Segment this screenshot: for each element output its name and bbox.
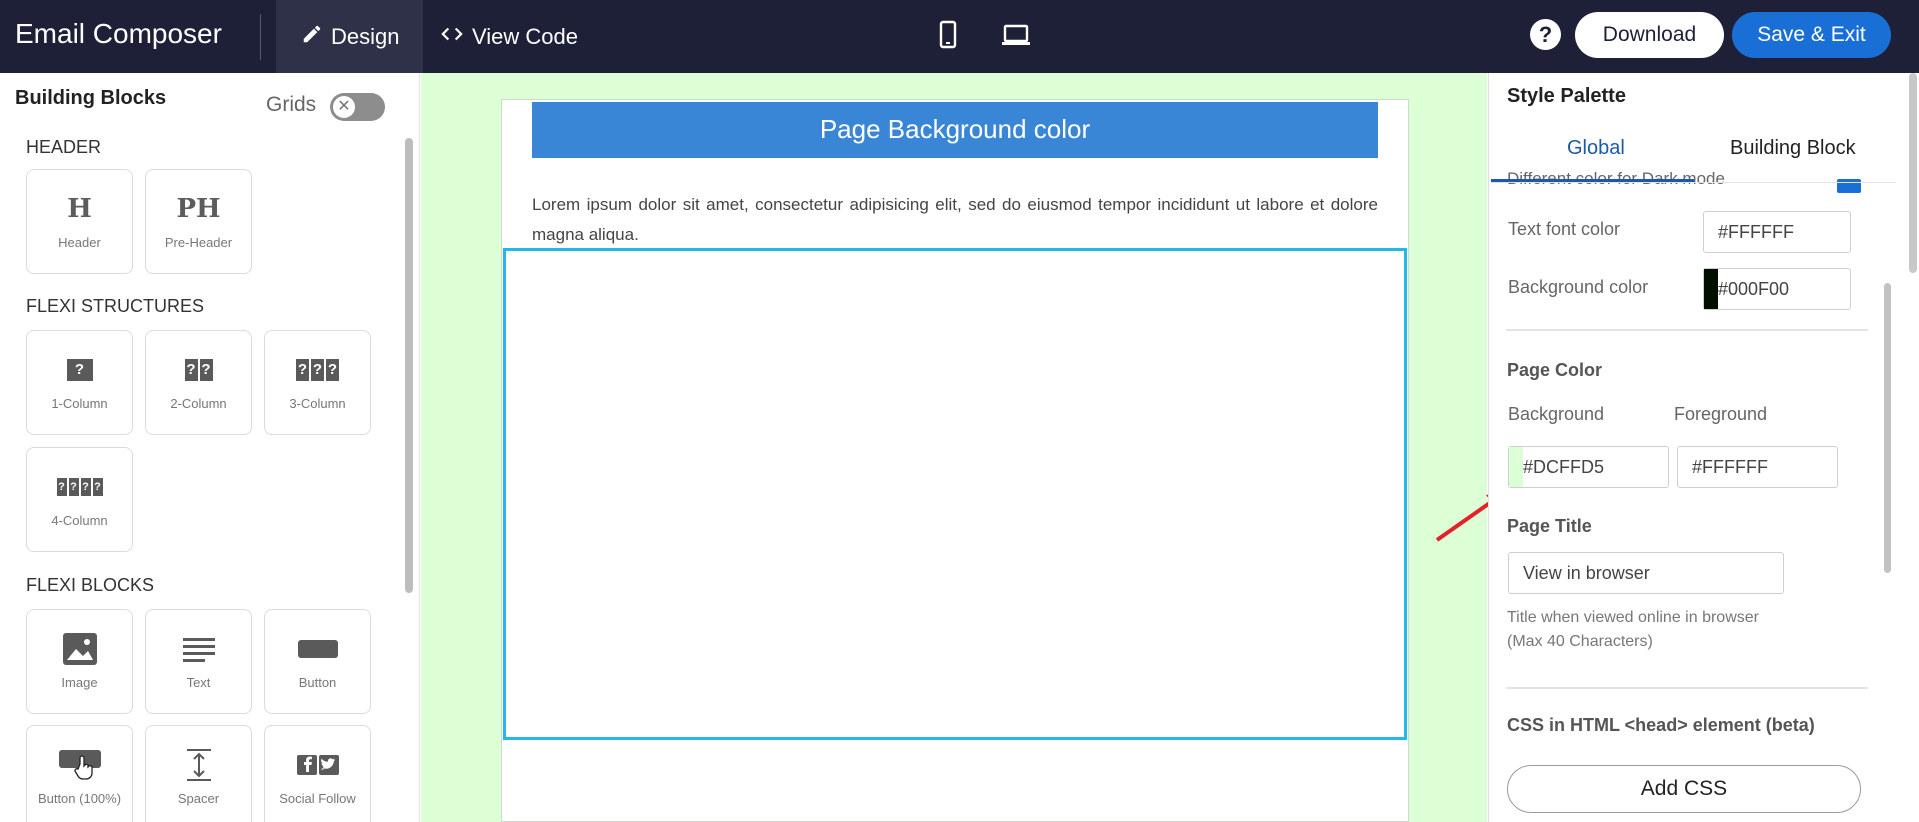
block-label: Spacer xyxy=(177,791,220,806)
text-font-color-label: Text font color xyxy=(1508,219,1621,239)
helper-line: (Max 40 Characters) xyxy=(1507,633,1653,650)
image-icon xyxy=(27,632,132,666)
page-title-heading: Page Title xyxy=(1507,516,1592,536)
tab-design-label: Design xyxy=(331,23,400,49)
palette-title: Style Palette xyxy=(1507,85,1626,107)
desktop-view-button[interactable] xyxy=(1001,20,1031,55)
section-structures-title: FLEXI STRUCTURES xyxy=(26,296,205,316)
block-label: 4-Column xyxy=(51,513,108,528)
background-label: Background xyxy=(1508,404,1605,424)
block-label: Button (100%) xyxy=(37,791,122,806)
block-2-column[interactable]: ?? 2-Column xyxy=(145,330,252,435)
page-background-value: #DCFFD5 xyxy=(1523,457,1605,477)
color-swatch[interactable] xyxy=(1704,269,1718,309)
block-label: Text xyxy=(186,675,211,690)
pencil-icon xyxy=(301,23,323,50)
block-label: Button xyxy=(298,675,337,690)
help-button[interactable]: ? xyxy=(1530,19,1561,50)
block-pre-header[interactable]: PH Pre-Header xyxy=(145,169,252,274)
button-shape-icon xyxy=(265,632,370,666)
text-lines-icon xyxy=(146,632,251,666)
block-1-column[interactable]: ? 1-Column xyxy=(26,330,133,435)
background-color-label: Background color xyxy=(1508,277,1649,297)
app-title: Email Composer xyxy=(15,18,222,49)
block-button[interactable]: Button xyxy=(264,609,371,714)
download-button[interactable]: Download xyxy=(1575,12,1724,58)
grids-toggle[interactable]: ✕ xyxy=(330,93,385,121)
close-icon: ✕ xyxy=(333,96,355,118)
block-header[interactable]: H Header xyxy=(26,169,133,274)
background-color-field[interactable]: #000F00 xyxy=(1703,268,1851,310)
block-text[interactable]: Text xyxy=(145,609,252,714)
text-font-color-field[interactable]: #FFFFFF xyxy=(1703,211,1851,253)
four-column-icon: ???? xyxy=(27,470,132,504)
block-label: 3-Column xyxy=(289,396,346,411)
code-icon xyxy=(440,23,464,50)
design-canvas: Page Background color Lorem ipsum dolor … xyxy=(421,73,1487,822)
add-css-button[interactable]: Add CSS xyxy=(1507,765,1861,813)
desktop-icon xyxy=(1001,24,1031,54)
one-column-icon: ? xyxy=(27,353,132,387)
button-full-icon xyxy=(27,748,132,782)
divider xyxy=(1506,329,1868,331)
header-icon: H xyxy=(67,194,92,224)
divider xyxy=(1506,687,1868,689)
mobile-icon xyxy=(938,20,958,54)
page-title-helper: Title when viewed online in browser (Max… xyxy=(1507,606,1759,654)
block-label: 2-Column xyxy=(170,396,227,411)
tab-view-code[interactable]: View Code xyxy=(440,0,578,73)
mobile-view-button[interactable] xyxy=(938,20,958,55)
block-image[interactable]: Image xyxy=(26,609,133,714)
block-4-column[interactable]: ???? 4-Column xyxy=(26,447,133,552)
lorem-text[interactable]: Lorem ipsum dolor sit amet, consectetur … xyxy=(532,190,1378,250)
save-exit-button[interactable]: Save & Exit xyxy=(1732,12,1891,58)
page-foreground-field[interactable]: #FFFFFF xyxy=(1677,446,1838,488)
block-label: Image xyxy=(61,675,98,690)
pre-header-icon: PH xyxy=(176,194,221,224)
helper-line: Title when viewed online in browser xyxy=(1507,609,1759,626)
section-blocks-title: FLEXI BLOCKS xyxy=(26,575,155,595)
tab-design[interactable]: Design xyxy=(276,0,423,73)
block-label: Social Follow xyxy=(279,791,356,806)
tab-building-block[interactable]: Building Block xyxy=(1730,137,1856,160)
palette-scrollbar[interactable] xyxy=(1884,283,1891,573)
block-button-full[interactable]: Button (100%) xyxy=(26,725,133,822)
page-background-field[interactable]: #DCFFD5 xyxy=(1508,446,1669,488)
block-social-follow[interactable]: Social Follow xyxy=(264,725,371,822)
tab-view-code-label: View Code xyxy=(472,23,578,49)
grids-label: Grids xyxy=(266,93,317,116)
social-icons-icon xyxy=(265,748,370,782)
block-label: 1-Column xyxy=(51,396,108,411)
page-scrollbar[interactable] xyxy=(1909,73,1917,273)
header-banner[interactable]: Page Background color xyxy=(532,102,1378,158)
building-blocks-sidebar: Building Blocks Grids ✕ HEADER H Header … xyxy=(0,73,420,822)
block-3-column[interactable]: ??? 3-Column xyxy=(264,330,371,435)
block-label: Header xyxy=(58,235,101,250)
email-page: Page Background color Lorem ipsum dolor … xyxy=(501,99,1409,822)
page-title-input[interactable]: View in browser xyxy=(1508,552,1784,594)
page-color-heading: Page Color xyxy=(1507,360,1603,380)
css-heading: CSS in HTML <head> element (beta) xyxy=(1507,715,1815,735)
section-header-title: HEADER xyxy=(26,137,102,157)
background-color-value: #000F00 xyxy=(1718,279,1790,299)
top-bar: Email Composer Design View Code ? Downlo… xyxy=(0,0,1919,73)
three-column-icon: ??? xyxy=(265,353,370,387)
color-swatch[interactable] xyxy=(1509,447,1523,487)
foreground-label: Foreground xyxy=(1674,404,1768,424)
spacer-icon xyxy=(146,748,251,782)
style-palette: Style Palette Global Building Block Diff… xyxy=(1488,73,1919,822)
tabs-divider xyxy=(1491,182,1896,183)
two-column-icon: ?? xyxy=(146,353,251,387)
block-spacer[interactable]: Spacer xyxy=(145,725,252,822)
sidebar-scrollbar[interactable] xyxy=(405,138,413,593)
topbar-divider xyxy=(260,14,261,60)
block-label: Pre-Header xyxy=(164,235,233,250)
tab-global[interactable]: Global xyxy=(1567,137,1625,160)
selected-drop-zone[interactable] xyxy=(503,248,1407,740)
sidebar-title: Building Blocks xyxy=(15,87,167,109)
